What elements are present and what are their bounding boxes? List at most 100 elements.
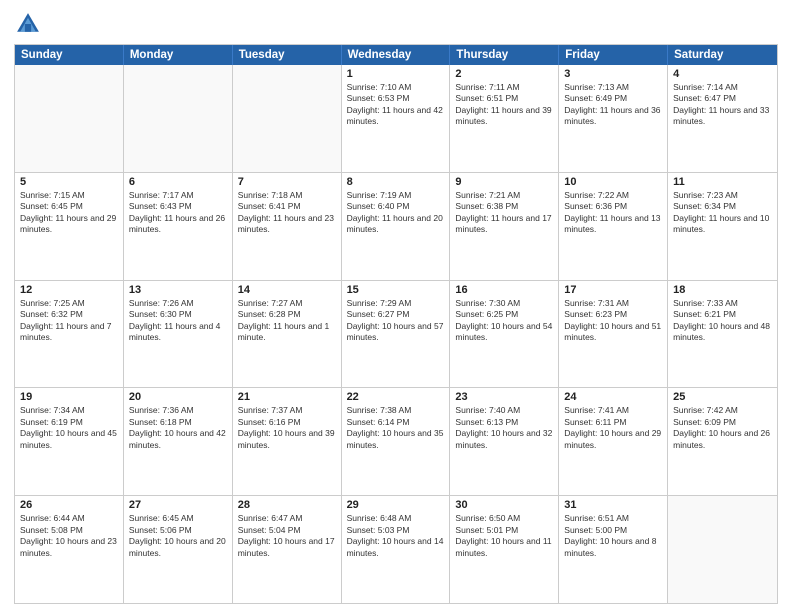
logo-icon <box>14 10 42 38</box>
cell-info: Sunrise: 7:40 AM Sunset: 6:13 PM Dayligh… <box>455 405 553 451</box>
calendar: SundayMondayTuesdayWednesdayThursdayFrid… <box>14 44 778 604</box>
cell-info: Sunrise: 7:27 AM Sunset: 6:28 PM Dayligh… <box>238 298 336 344</box>
calendar-cell: 22 Sunrise: 7:38 AM Sunset: 6:14 PM Dayli… <box>342 388 451 495</box>
calendar-cell: 25 Sunrise: 7:42 AM Sunset: 6:09 PM Dayli… <box>668 388 777 495</box>
cell-day-number: 13 <box>129 284 227 296</box>
calendar-cell: 4Sunrise: 7:14 AM Sunset: 6:47 PM Daylig… <box>668 65 777 172</box>
calendar-cell: 30 Sunrise: 6:50 AM Sunset: 5:01 PM Dayli… <box>450 496 559 603</box>
calendar-cell: 11 Sunrise: 7:23 AM Sunset: 6:34 PM Dayli… <box>668 173 777 280</box>
cell-day-number: 16 <box>455 284 553 296</box>
cell-info: Sunrise: 7:17 AM Sunset: 6:43 PM Dayligh… <box>129 190 227 236</box>
cell-info: Sunrise: 7:21 AM Sunset: 6:38 PM Dayligh… <box>455 190 553 236</box>
cell-info: Sunrise: 7:34 AM Sunset: 6:19 PM Dayligh… <box>20 405 118 451</box>
cell-day-number: 18 <box>673 284 772 296</box>
calendar-header-cell: Sunday <box>15 45 124 65</box>
cell-info: Sunrise: 7:29 AM Sunset: 6:27 PM Dayligh… <box>347 298 445 344</box>
calendar-week: 12 Sunrise: 7:25 AM Sunset: 6:32 PM Dayli… <box>15 281 777 389</box>
calendar-cell <box>233 65 342 172</box>
cell-day-number: 22 <box>347 391 445 403</box>
calendar-cell: 21 Sunrise: 7:37 AM Sunset: 6:16 PM Dayli… <box>233 388 342 495</box>
cell-info: Sunrise: 7:10 AM Sunset: 6:53 PM Dayligh… <box>347 82 445 128</box>
calendar-cell: 15 Sunrise: 7:29 AM Sunset: 6:27 PM Dayli… <box>342 281 451 388</box>
calendar-cell <box>124 65 233 172</box>
cell-info: Sunrise: 7:36 AM Sunset: 6:18 PM Dayligh… <box>129 405 227 451</box>
cell-day-number: 30 <box>455 499 553 511</box>
cell-info: Sunrise: 7:18 AM Sunset: 6:41 PM Dayligh… <box>238 190 336 236</box>
calendar-header-cell: Wednesday <box>342 45 451 65</box>
cell-info: Sunrise: 7:26 AM Sunset: 6:30 PM Dayligh… <box>129 298 227 344</box>
calendar-week: 26Sunrise: 6:44 AM Sunset: 5:08 PM Dayli… <box>15 496 777 603</box>
calendar-cell: 20 Sunrise: 7:36 AM Sunset: 6:18 PM Dayli… <box>124 388 233 495</box>
cell-day-number: 29 <box>347 499 445 511</box>
calendar-cell: 29 Sunrise: 6:48 AM Sunset: 5:03 PM Dayli… <box>342 496 451 603</box>
cell-info: Sunrise: 6:50 AM Sunset: 5:01 PM Dayligh… <box>455 513 553 559</box>
cell-day-number: 12 <box>20 284 118 296</box>
calendar-header-cell: Thursday <box>450 45 559 65</box>
calendar-cell: 24 Sunrise: 7:41 AM Sunset: 6:11 PM Dayli… <box>559 388 668 495</box>
cell-info: Sunrise: 7:30 AM Sunset: 6:25 PM Dayligh… <box>455 298 553 344</box>
cell-day-number: 1 <box>347 68 445 80</box>
calendar-cell: 9 Sunrise: 7:21 AM Sunset: 6:38 PM Daylig… <box>450 173 559 280</box>
cell-day-number: 15 <box>347 284 445 296</box>
calendar-cell: 16 Sunrise: 7:30 AM Sunset: 6:25 PM Dayli… <box>450 281 559 388</box>
calendar-cell: 17 Sunrise: 7:31 AM Sunset: 6:23 PM Dayli… <box>559 281 668 388</box>
page: SundayMondayTuesdayWednesdayThursdayFrid… <box>0 0 792 612</box>
cell-info: Sunrise: 7:14 AM Sunset: 6:47 PM Dayligh… <box>673 82 772 128</box>
logo <box>14 10 46 38</box>
calendar-cell: 23 Sunrise: 7:40 AM Sunset: 6:13 PM Dayli… <box>450 388 559 495</box>
cell-info: Sunrise: 7:22 AM Sunset: 6:36 PM Dayligh… <box>564 190 662 236</box>
cell-day-number: 24 <box>564 391 662 403</box>
cell-day-number: 26 <box>20 499 118 511</box>
cell-info: Sunrise: 7:31 AM Sunset: 6:23 PM Dayligh… <box>564 298 662 344</box>
calendar-cell: 8Sunrise: 7:19 AM Sunset: 6:40 PM Daylig… <box>342 173 451 280</box>
calendar-cell: 7 Sunrise: 7:18 AM Sunset: 6:41 PM Daylig… <box>233 173 342 280</box>
cell-day-number: 31 <box>564 499 662 511</box>
cell-day-number: 28 <box>238 499 336 511</box>
calendar-week: 1 Sunrise: 7:10 AM Sunset: 6:53 PM Daylig… <box>15 65 777 173</box>
calendar-cell: 5Sunrise: 7:15 AM Sunset: 6:45 PM Daylig… <box>15 173 124 280</box>
cell-info: Sunrise: 6:51 AM Sunset: 5:00 PM Dayligh… <box>564 513 662 559</box>
cell-info: Sunrise: 7:37 AM Sunset: 6:16 PM Dayligh… <box>238 405 336 451</box>
cell-info: Sunrise: 6:48 AM Sunset: 5:03 PM Dayligh… <box>347 513 445 559</box>
cell-info: Sunrise: 7:23 AM Sunset: 6:34 PM Dayligh… <box>673 190 772 236</box>
cell-info: Sunrise: 6:45 AM Sunset: 5:06 PM Dayligh… <box>129 513 227 559</box>
cell-info: Sunrise: 6:47 AM Sunset: 5:04 PM Dayligh… <box>238 513 336 559</box>
calendar-header-cell: Friday <box>559 45 668 65</box>
cell-info: Sunrise: 7:38 AM Sunset: 6:14 PM Dayligh… <box>347 405 445 451</box>
calendar-cell: 13 Sunrise: 7:26 AM Sunset: 6:30 PM Dayli… <box>124 281 233 388</box>
calendar-cell: 10 Sunrise: 7:22 AM Sunset: 6:36 PM Dayli… <box>559 173 668 280</box>
cell-day-number: 8 <box>347 176 445 188</box>
calendar-header-cell: Tuesday <box>233 45 342 65</box>
calendar-cell: 28 Sunrise: 6:47 AM Sunset: 5:04 PM Dayli… <box>233 496 342 603</box>
cell-day-number: 17 <box>564 284 662 296</box>
calendar-header-row: SundayMondayTuesdayWednesdayThursdayFrid… <box>15 45 777 65</box>
calendar-cell: 1 Sunrise: 7:10 AM Sunset: 6:53 PM Daylig… <box>342 65 451 172</box>
cell-day-number: 27 <box>129 499 227 511</box>
calendar-cell: 3Sunrise: 7:13 AM Sunset: 6:49 PM Daylig… <box>559 65 668 172</box>
calendar-week: 19 Sunrise: 7:34 AM Sunset: 6:19 PM Dayli… <box>15 388 777 496</box>
calendar-cell: 12 Sunrise: 7:25 AM Sunset: 6:32 PM Dayli… <box>15 281 124 388</box>
calendar-cell: 2Sunrise: 7:11 AM Sunset: 6:51 PM Daylig… <box>450 65 559 172</box>
cell-day-number: 10 <box>564 176 662 188</box>
calendar-cell: 26Sunrise: 6:44 AM Sunset: 5:08 PM Dayli… <box>15 496 124 603</box>
header <box>14 10 778 38</box>
calendar-header-cell: Saturday <box>668 45 777 65</box>
cell-day-number: 25 <box>673 391 772 403</box>
cell-day-number: 5 <box>20 176 118 188</box>
cell-day-number: 20 <box>129 391 227 403</box>
cell-day-number: 2 <box>455 68 553 80</box>
calendar-cell: 14 Sunrise: 7:27 AM Sunset: 6:28 PM Dayli… <box>233 281 342 388</box>
cell-day-number: 11 <box>673 176 772 188</box>
cell-day-number: 19 <box>20 391 118 403</box>
calendar-cell: 31 Sunrise: 6:51 AM Sunset: 5:00 PM Dayli… <box>559 496 668 603</box>
cell-day-number: 6 <box>129 176 227 188</box>
cell-day-number: 23 <box>455 391 553 403</box>
cell-day-number: 9 <box>455 176 553 188</box>
cell-day-number: 7 <box>238 176 336 188</box>
cell-info: Sunrise: 7:41 AM Sunset: 6:11 PM Dayligh… <box>564 405 662 451</box>
cell-info: Sunrise: 7:25 AM Sunset: 6:32 PM Dayligh… <box>20 298 118 344</box>
cell-day-number: 21 <box>238 391 336 403</box>
cell-day-number: 14 <box>238 284 336 296</box>
calendar-body: 1 Sunrise: 7:10 AM Sunset: 6:53 PM Daylig… <box>15 65 777 603</box>
cell-info: Sunrise: 7:42 AM Sunset: 6:09 PM Dayligh… <box>673 405 772 451</box>
